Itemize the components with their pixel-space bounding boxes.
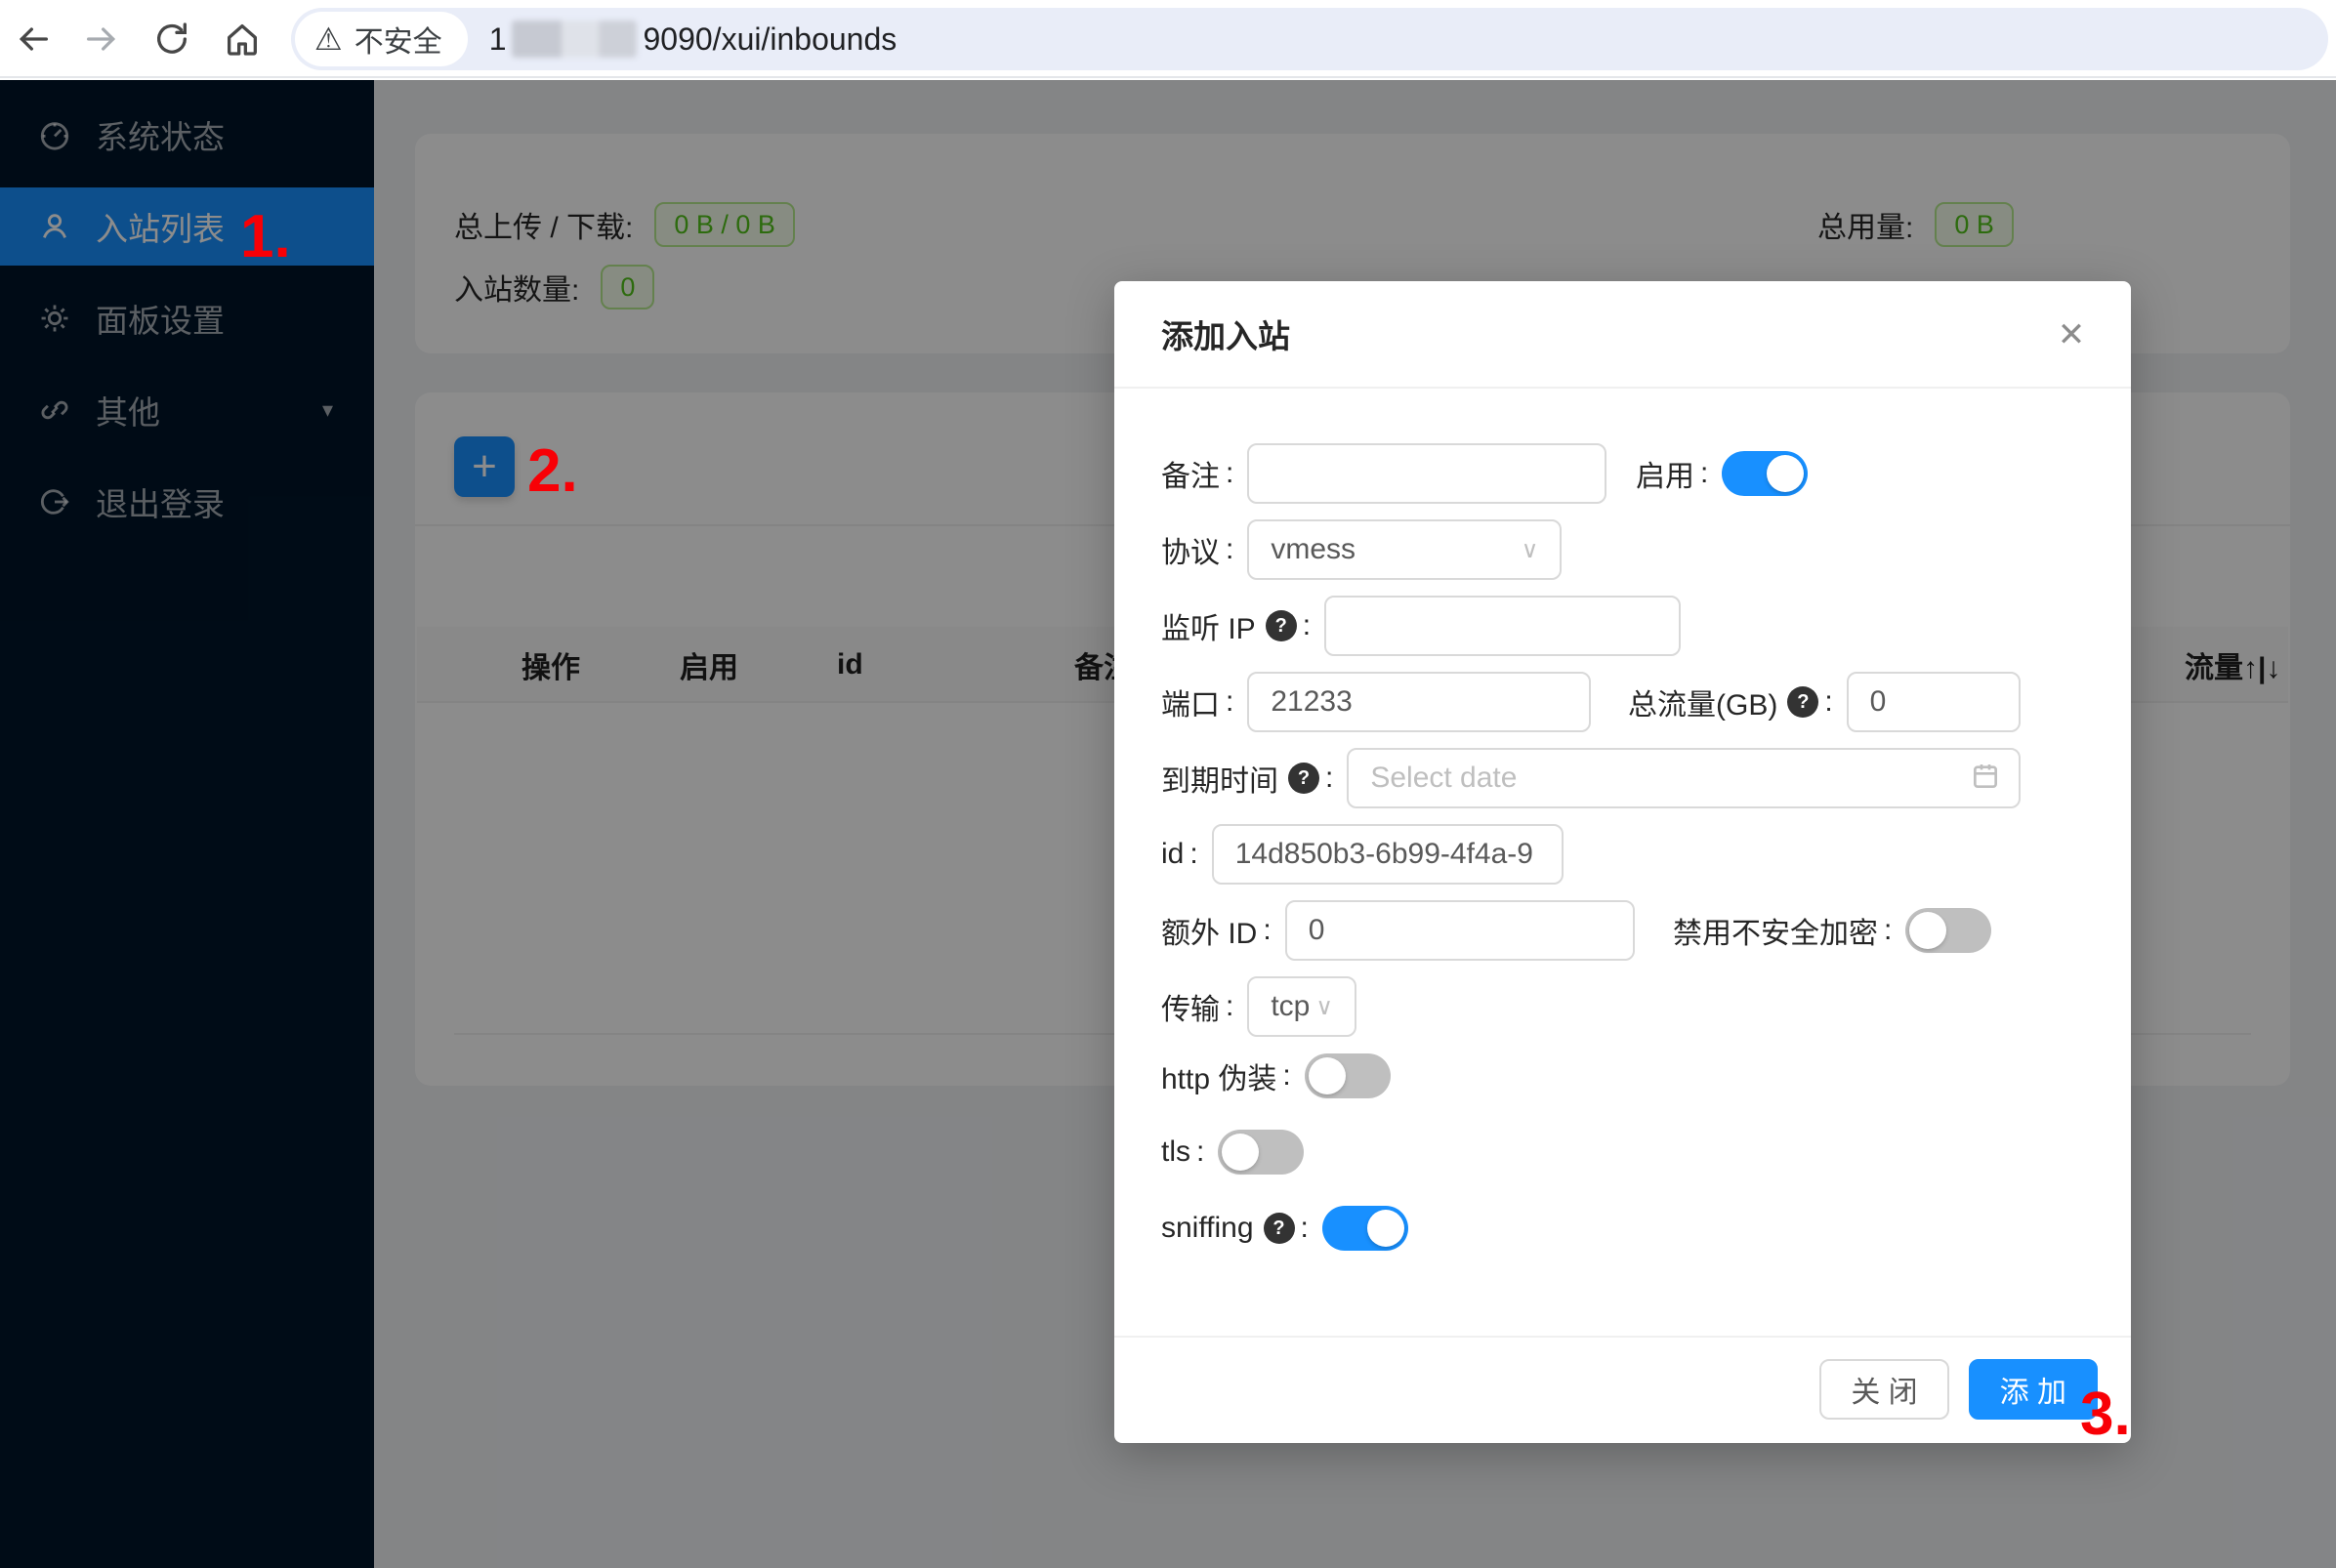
total-traffic-group: 总流量(GB) ? : — [1628, 672, 2021, 732]
help-icon[interactable]: ? — [1266, 610, 1297, 641]
http-fake-toggle[interactable] — [1305, 1053, 1391, 1098]
url-redacted-block — [512, 21, 637, 58]
form-row-transport: 传输: tcp ∨ — [1161, 976, 2084, 1037]
toggle-knob — [1767, 455, 1804, 492]
protocol-value: vmess — [1271, 533, 1356, 566]
address-bar[interactable]: ⚠ 不安全 1 9090/xui/inbounds — [291, 8, 2328, 70]
id-input[interactable] — [1212, 824, 1564, 885]
expiry-label: 到期时间 ? : — [1161, 757, 1347, 800]
disable-insecure-label: 禁用不安全加密: — [1673, 909, 1905, 952]
annotation-step-3: 3. — [2080, 1384, 2131, 1445]
annotation-step-2: 2. — [527, 441, 578, 502]
modal-title: 添加入站 — [1161, 310, 1290, 357]
expiry-date-input[interactable] — [1347, 748, 2021, 808]
listen-ip-label: 监听 IP ? : — [1161, 604, 1324, 647]
tls-label: tls: — [1161, 1135, 1218, 1169]
help-icon[interactable]: ? — [1288, 763, 1319, 794]
enable-label: 启用: — [1636, 452, 1722, 495]
home-icon[interactable] — [217, 14, 268, 64]
enable-group: 启用: — [1636, 451, 1808, 496]
form-row-port: 端口: 总流量(GB) ? : — [1161, 672, 2084, 732]
toggle-knob — [1909, 912, 1946, 949]
transport-value: tcp — [1271, 990, 1310, 1023]
tls-toggle[interactable] — [1218, 1130, 1304, 1175]
protocol-label: 协议: — [1161, 528, 1247, 571]
close-icon[interactable]: ✕ — [2047, 310, 2096, 359]
url-text: 1 9090/xui/inbounds — [489, 21, 897, 58]
http-fake-label: http 伪装: — [1161, 1054, 1305, 1097]
reload-icon[interactable] — [146, 14, 197, 64]
help-icon[interactable]: ? — [1787, 686, 1818, 718]
modal-body: 备注: 启用: 协议: vmess ∨ — [1114, 389, 2131, 1336]
sniffing-label: sniffing ? : — [1161, 1212, 1322, 1245]
extra-id-label: 额外 ID: — [1161, 909, 1285, 952]
remark-input[interactable] — [1247, 443, 1606, 504]
transport-select[interactable]: tcp ∨ — [1247, 976, 1356, 1037]
screen: ⚠ 不安全 1 9090/xui/inbounds 系统状态 — [0, 0, 2336, 1568]
disable-insecure-group: 禁用不安全加密: — [1673, 908, 1991, 953]
port-label: 端口: — [1161, 681, 1247, 723]
security-label: 不安全 — [355, 18, 442, 61]
warning-triangle-icon: ⚠ — [314, 23, 343, 55]
toggle-knob — [1309, 1057, 1346, 1094]
form-row-id: id: — [1161, 824, 2084, 885]
add-inbound-modal: 添加入站 ✕ 备注: 启用: 协议: — [1114, 281, 2131, 1443]
total-traffic-label: 总流量(GB) ? : — [1628, 681, 1847, 723]
form-row-listen-ip: 监听 IP ? : — [1161, 596, 2084, 656]
total-traffic-input[interactable] — [1847, 672, 2021, 732]
id-label: id: — [1161, 838, 1212, 871]
url-end: 9090/xui/inbounds — [643, 21, 897, 58]
security-chip[interactable]: ⚠ 不安全 — [295, 12, 468, 66]
url-start: 1 — [489, 21, 507, 58]
modal-footer: 关 闭 添 加 — [1114, 1336, 2131, 1443]
protocol-select[interactable]: vmess ∨ — [1247, 519, 1562, 580]
chevron-down-icon: ∨ — [1522, 536, 1539, 564]
annotation-step-1: 1. — [240, 207, 291, 268]
disable-insecure-toggle[interactable] — [1905, 908, 1991, 953]
enable-toggle[interactable] — [1722, 451, 1808, 496]
form-row-sniffing: sniffing ? : — [1161, 1205, 2084, 1252]
remark-label: 备注: — [1161, 452, 1247, 495]
transport-label: 传输: — [1161, 985, 1247, 1028]
date-picker[interactable] — [1347, 748, 2021, 808]
chevron-down-icon: ∨ — [1315, 993, 1333, 1021]
toggle-knob — [1367, 1210, 1404, 1247]
toggle-knob — [1222, 1134, 1259, 1171]
sniffing-toggle[interactable] — [1322, 1206, 1408, 1251]
form-row-http-fake: http 伪装: — [1161, 1052, 2084, 1099]
listen-ip-input[interactable] — [1324, 596, 1681, 656]
back-icon[interactable] — [8, 14, 59, 64]
port-input[interactable] — [1247, 672, 1591, 732]
forward-icon[interactable] — [76, 14, 127, 64]
form-row-expiry: 到期时间 ? : — [1161, 748, 2084, 808]
form-row-protocol: 协议: vmess ∨ — [1161, 519, 2084, 580]
form-row-extra-id: 额外 ID: 禁用不安全加密: — [1161, 900, 2084, 961]
help-icon[interactable]: ? — [1264, 1213, 1295, 1244]
form-row-remark: 备注: 启用: — [1161, 443, 2084, 504]
calendar-icon — [1970, 761, 2001, 797]
add-button[interactable]: 添 加 — [1969, 1359, 2098, 1420]
close-button[interactable]: 关 闭 — [1819, 1359, 1948, 1420]
extra-id-input[interactable] — [1285, 900, 1635, 961]
modal-header: 添加入站 ✕ — [1114, 281, 2131, 389]
browser-toolbar: ⚠ 不安全 1 9090/xui/inbounds — [0, 0, 2336, 78]
form-row-tls: tls: — [1161, 1129, 2084, 1176]
